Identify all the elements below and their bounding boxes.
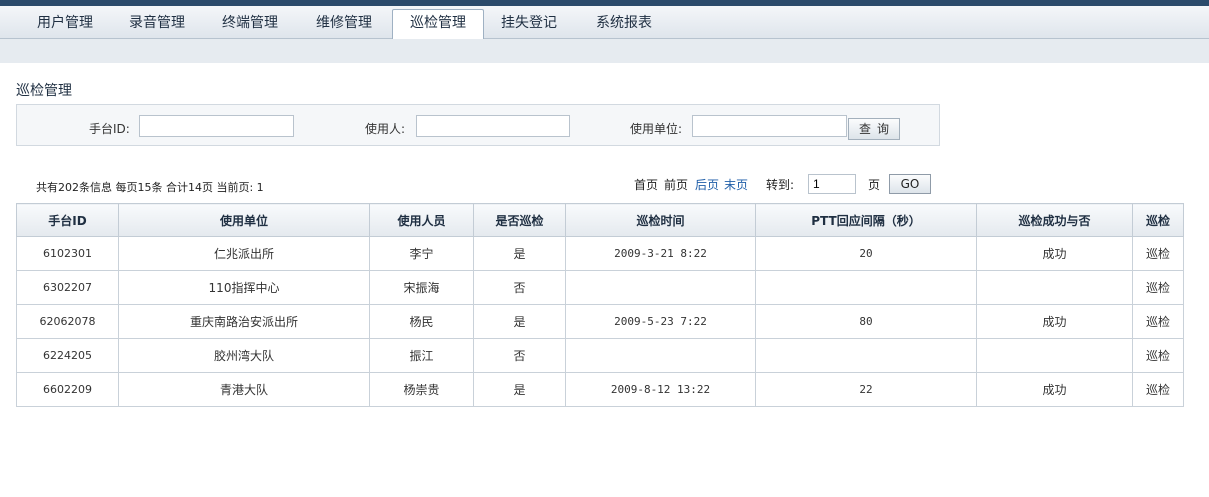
next-page-link[interactable]: 后页 bbox=[695, 176, 719, 193]
user-input[interactable] bbox=[416, 115, 570, 137]
table-row: 6102301 仁兆派出所 李宁 是 2009-3-21 8:22 20 成功 … bbox=[16, 236, 1184, 271]
header-ptt-interval[interactable]: PTT回应间隔（秒） bbox=[755, 203, 977, 237]
last-page-link[interactable]: 末页 bbox=[724, 176, 748, 193]
device-id-cell: 6302207 bbox=[16, 270, 119, 305]
tab-user-management[interactable]: 用户管理 bbox=[22, 10, 108, 37]
inspected-cell: 是 bbox=[473, 372, 566, 407]
user-label: 使用人: bbox=[365, 122, 406, 136]
main-tab-bar: 用户管理 录音管理 终端管理 维修管理 巡检管理 挂失登记 系统报表 bbox=[0, 6, 1209, 39]
record-summary: 共有202条信息 每页15条 合计14页 当前页: 1 bbox=[36, 181, 264, 194]
pagination-bar: 共有202条信息 每页15条 合计14页 当前页: 1 首页 前页 后页 末页 … bbox=[16, 172, 1056, 198]
result-cell: 成功 bbox=[976, 304, 1133, 339]
header-time[interactable]: 巡检时间 bbox=[565, 203, 756, 237]
header-action[interactable]: 巡检 bbox=[1132, 203, 1184, 237]
device-id-label: 手台ID: bbox=[89, 122, 130, 136]
unit-cell: 110指挥中心 bbox=[118, 270, 370, 305]
inspected-cell: 是 bbox=[473, 236, 566, 271]
time-cell: 2009-3-21 8:22 bbox=[565, 236, 756, 271]
inspected-cell: 否 bbox=[473, 338, 566, 373]
result-cell bbox=[976, 338, 1133, 373]
unit-cell: 重庆南路治安派出所 bbox=[118, 304, 370, 339]
header-result[interactable]: 巡检成功与否 bbox=[976, 203, 1133, 237]
inspected-cell: 是 bbox=[473, 304, 566, 339]
person-cell: 杨民 bbox=[369, 304, 474, 339]
tab-system-reports[interactable]: 系统报表 bbox=[581, 10, 667, 37]
header-person[interactable]: 使用人员 bbox=[369, 203, 474, 237]
go-button[interactable]: GO bbox=[889, 174, 931, 194]
header-device-id[interactable]: 手台ID bbox=[16, 203, 119, 237]
header-unit[interactable]: 使用单位 bbox=[118, 203, 370, 237]
goto-page-input[interactable] bbox=[808, 174, 856, 194]
result-cell: 成功 bbox=[976, 236, 1133, 271]
table-row: 62062078 重庆南路治安派出所 杨民 是 2009-5-23 7:22 8… bbox=[16, 304, 1184, 339]
device-id-input[interactable] bbox=[139, 115, 294, 137]
tab-terminal-management[interactable]: 终端管理 bbox=[207, 10, 293, 37]
time-cell: 2009-5-23 7:22 bbox=[565, 304, 756, 339]
result-cell: 成功 bbox=[976, 372, 1133, 407]
result-cell bbox=[976, 270, 1133, 305]
page-suffix-label: 页 bbox=[868, 178, 881, 192]
person-cell: 李宁 bbox=[369, 236, 474, 271]
page-title: 巡检管理 bbox=[16, 83, 72, 99]
device-id-cell: 6102301 bbox=[16, 236, 119, 271]
inspect-link[interactable]: 巡检 bbox=[1132, 338, 1184, 373]
search-panel: 手台ID: 使用人: 使用单位: 查询 bbox=[16, 104, 940, 146]
device-id-cell: 62062078 bbox=[16, 304, 119, 339]
time-cell: 2009-8-12 13:22 bbox=[565, 372, 756, 407]
header-inspected[interactable]: 是否巡检 bbox=[473, 203, 566, 237]
table-row: 6224205 胶州湾大队 振江 否 巡检 bbox=[16, 338, 1184, 373]
unit-input[interactable] bbox=[692, 115, 847, 137]
prev-page-link[interactable]: 前页 bbox=[664, 176, 688, 193]
time-cell bbox=[565, 270, 756, 305]
search-button[interactable]: 查询 bbox=[848, 118, 900, 140]
ptt-cell: 22 bbox=[755, 372, 977, 407]
first-page-link[interactable]: 首页 bbox=[634, 176, 658, 193]
ptt-cell bbox=[755, 338, 977, 373]
person-cell: 振江 bbox=[369, 338, 474, 373]
inspect-link[interactable]: 巡检 bbox=[1132, 304, 1184, 339]
inspect-link[interactable]: 巡检 bbox=[1132, 270, 1184, 305]
time-cell bbox=[565, 338, 756, 373]
tab-inspection-management[interactable]: 巡检管理 bbox=[392, 9, 484, 39]
goto-label: 转到: bbox=[766, 178, 795, 192]
sub-toolbar bbox=[0, 39, 1209, 63]
unit-label: 使用单位: bbox=[630, 122, 683, 136]
table-row: 6602209 青港大队 杨崇贵 是 2009-8-12 13:22 22 成功… bbox=[16, 372, 1184, 407]
unit-cell: 胶州湾大队 bbox=[118, 338, 370, 373]
device-id-cell: 6602209 bbox=[16, 372, 119, 407]
inspect-link[interactable]: 巡检 bbox=[1132, 236, 1184, 271]
person-cell: 宋振海 bbox=[369, 270, 474, 305]
unit-cell: 青港大队 bbox=[118, 372, 370, 407]
table-row: 6302207 110指挥中心 宋振海 否 巡检 bbox=[16, 270, 1184, 305]
table-header-row: 手台ID 使用单位 使用人员 是否巡检 巡检时间 PTT回应间隔（秒） 巡检成功… bbox=[16, 203, 1184, 237]
ptt-cell: 20 bbox=[755, 236, 977, 271]
inspect-link[interactable]: 巡检 bbox=[1132, 372, 1184, 407]
tab-repair-management[interactable]: 维修管理 bbox=[301, 10, 387, 37]
device-id-cell: 6224205 bbox=[16, 338, 119, 373]
person-cell: 杨崇贵 bbox=[369, 372, 474, 407]
inspected-cell: 否 bbox=[473, 270, 566, 305]
unit-cell: 仁兆派出所 bbox=[118, 236, 370, 271]
ptt-cell bbox=[755, 270, 977, 305]
tab-loss-registration[interactable]: 挂失登记 bbox=[486, 10, 572, 37]
tab-recording-management[interactable]: 录音管理 bbox=[114, 10, 200, 37]
inspection-table: 手台ID 使用单位 使用人员 是否巡检 巡检时间 PTT回应间隔（秒） 巡检成功… bbox=[16, 203, 1184, 407]
ptt-cell: 80 bbox=[755, 304, 977, 339]
